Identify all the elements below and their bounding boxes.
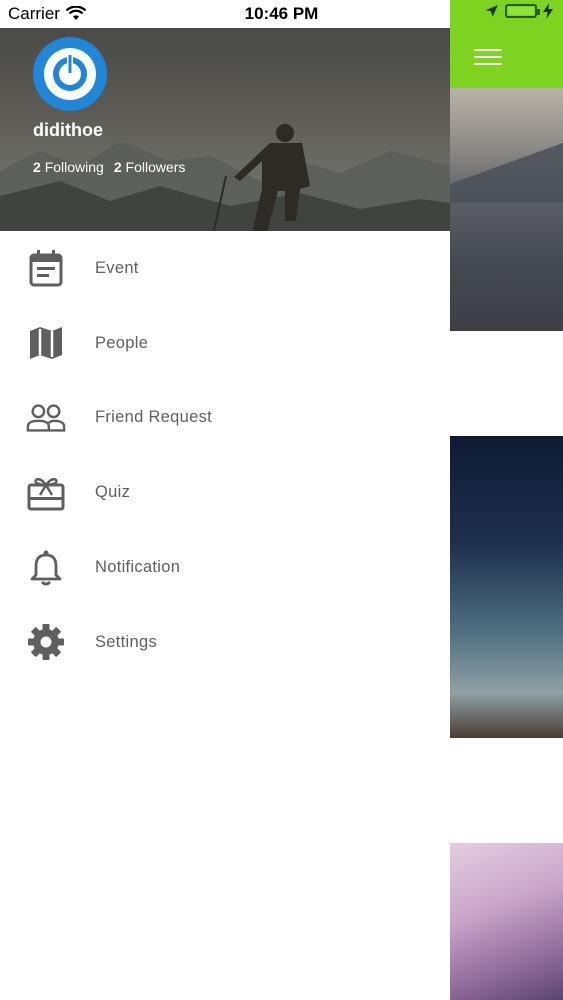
feed-image-confetti[interactable] [450, 843, 563, 1000]
menu-item-label: Notification [95, 558, 181, 577]
bell-icon [26, 548, 66, 588]
menu-item-people[interactable]: People [0, 306, 450, 381]
menu-item-settings[interactable]: Settings [0, 605, 450, 680]
calendar-icon [26, 248, 66, 288]
gift-card-icon [26, 473, 66, 513]
location-arrow-icon [486, 5, 498, 17]
menu-item-quiz[interactable]: Quiz [0, 455, 450, 530]
following-stat[interactable]: 2 Following [33, 159, 104, 175]
menu-item-notification[interactable]: Notification [0, 530, 450, 605]
menu-item-label: People [95, 333, 149, 352]
profile-header: didithoe 2 Following 2 Followers [0, 28, 450, 231]
status-bar: Carrier 10:46 PM [0, 0, 563, 28]
followers-stat[interactable]: 2 Followers [114, 159, 186, 175]
menu-item-label: Event [95, 258, 139, 277]
map-icon [26, 323, 66, 363]
profile-username[interactable]: didithoe [33, 120, 103, 141]
menu-item-friend-request[interactable]: Friend Request [0, 381, 450, 456]
feed-image-night-sky[interactable] [450, 436, 563, 738]
charging-bolt-icon [543, 3, 553, 19]
side-drawer: didithoe 2 Following 2 Followers Event P… [0, 0, 450, 1000]
drawer-menu: Event People Friend Request Quiz Notific… [0, 231, 450, 680]
profile-stats: 2 Following 2 Followers [33, 159, 185, 175]
people-icon [26, 398, 66, 438]
status-time: 10:46 PM [244, 4, 319, 23]
menu-item-event[interactable]: Event [0, 231, 450, 306]
gear-icon [26, 622, 66, 662]
menu-item-label: Settings [95, 632, 158, 651]
hamburger-menu-icon[interactable] [474, 44, 502, 68]
power-logo-icon [44, 48, 96, 100]
avatar[interactable] [33, 37, 107, 111]
battery-icon [505, 4, 540, 18]
menu-item-label: Quiz [95, 483, 131, 502]
menu-item-label: Friend Request [95, 408, 213, 427]
main-content [450, 0, 563, 1000]
feed-image-mountains[interactable] [450, 88, 563, 331]
